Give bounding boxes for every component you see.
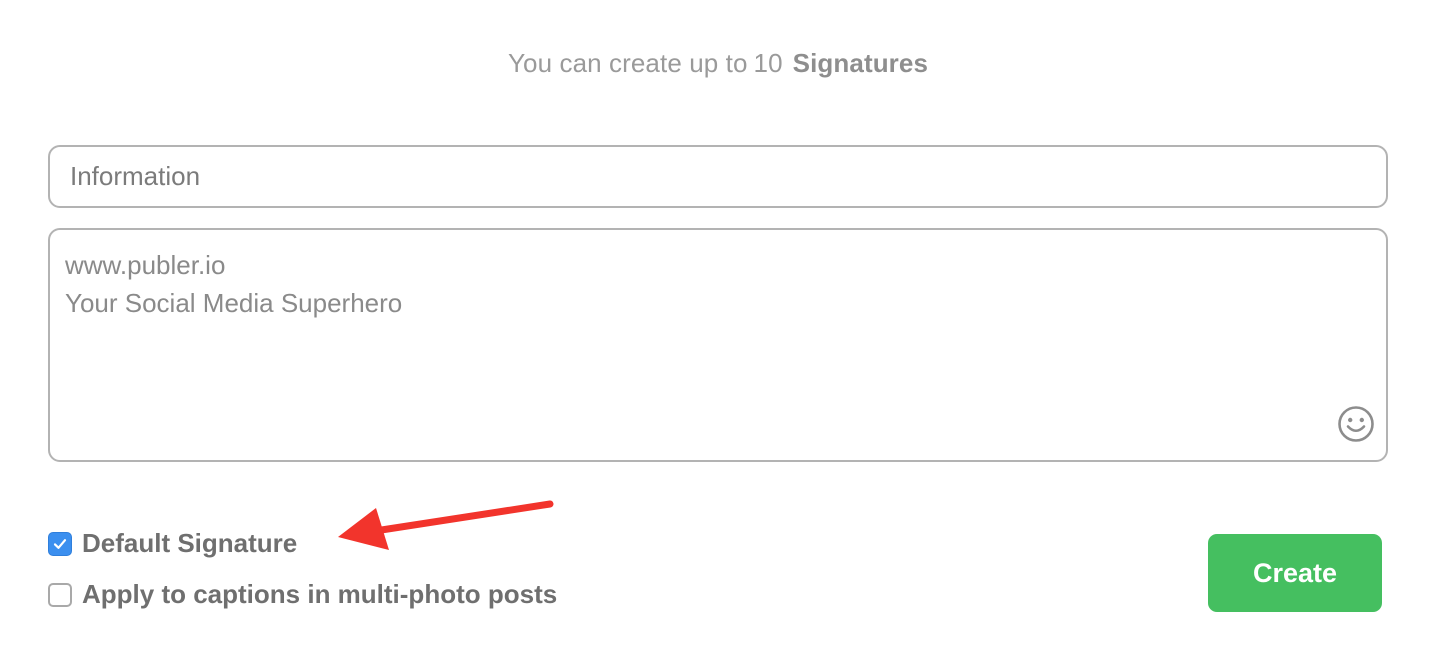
smiley-face-icon[interactable] [1336, 404, 1376, 444]
red-arrow-icon [338, 500, 554, 550]
limit-prefix: You can create up to [507, 48, 748, 78]
default-signature-label: Default Signature [82, 528, 298, 558]
signature-limit-text: You can create up to 10 Signatures [0, 48, 1436, 79]
signature-line-2: Your Social Media Superhero [65, 288, 403, 318]
checkmark-icon [53, 538, 67, 549]
limit-count: 10 [753, 48, 783, 78]
signature-textarea[interactable]: www.publer.io Your Social Media Superher… [48, 228, 1388, 462]
signature-line-1: www.publer.io [65, 250, 226, 280]
limit-suffix: Signatures [792, 48, 929, 78]
create-button[interactable]: Create [1208, 534, 1382, 612]
default-signature-checkbox[interactable] [48, 531, 72, 556]
signature-name-input[interactable] [48, 145, 1388, 208]
default-signature-option[interactable]: Default Signature [48, 528, 297, 559]
multi-photo-option[interactable]: Apply to captions in multi-photo posts [48, 579, 557, 610]
signature-form-page: You can create up to10 Signatures www.pub… [0, 0, 1436, 666]
multi-photo-label: Apply to captions in multi-photo posts [82, 579, 558, 609]
multi-photo-checkbox[interactable] [48, 582, 72, 607]
